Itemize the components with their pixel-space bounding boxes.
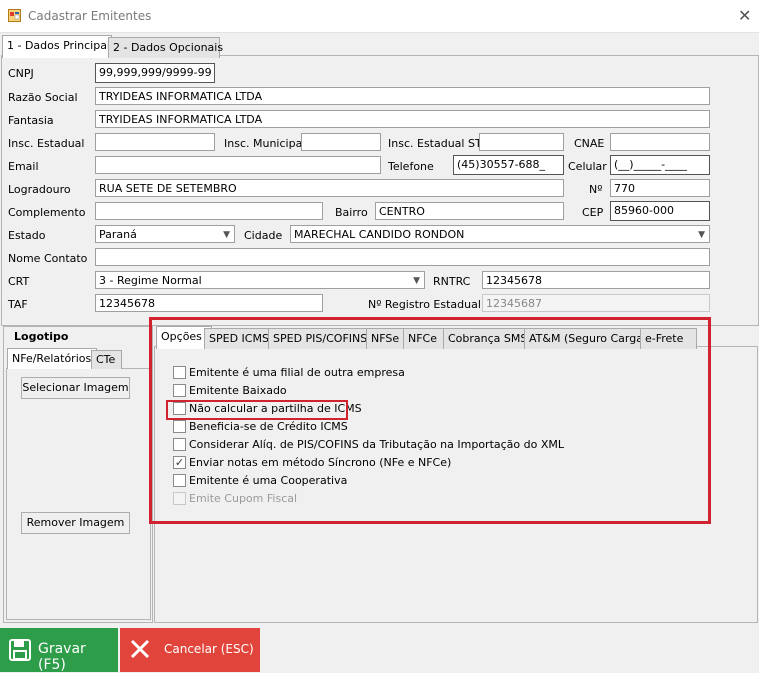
cancel-button-label: Cancelar (ESC) xyxy=(164,642,254,656)
estado-select[interactable]: Paraná ▼ xyxy=(95,225,235,243)
insc-estadual-st-field[interactable] xyxy=(479,133,564,151)
app-icon xyxy=(8,9,21,22)
telefone-field[interactable]: (45)30557-688_ xyxy=(453,155,564,175)
fantasia-field[interactable]: TRYIDEAS INFORMATICA LTDA xyxy=(95,110,710,128)
cidade-label: Cidade xyxy=(244,229,283,242)
select-image-button[interactable]: Selecionar Imagem xyxy=(21,377,130,399)
cep-field[interactable]: 85960-000 xyxy=(610,201,710,221)
email-label: Email xyxy=(8,160,39,173)
crt-select[interactable]: 3 - Regime Normal ▼ xyxy=(95,271,425,289)
highlight-options-area xyxy=(149,317,711,524)
cancel-button[interactable]: Cancelar (ESC) xyxy=(120,628,260,672)
registro-estadual-label: Nº Registro Estadual xyxy=(368,298,481,311)
taf-label: TAF xyxy=(8,298,28,311)
chevron-down-icon: ▼ xyxy=(698,230,705,240)
razao-social-field[interactable]: TRYIDEAS INFORMATICA LTDA xyxy=(95,87,710,105)
tab-nfe-relatorios[interactable]: NFe/Relatórios xyxy=(7,348,97,369)
celular-label: Celular xyxy=(568,160,607,173)
telefone-label: Telefone xyxy=(388,160,434,173)
insc-municipal-label: Insc. Municipal xyxy=(224,137,306,150)
logradouro-label: Logradouro xyxy=(8,183,71,196)
save-button-label: Gravar (F5) xyxy=(38,641,86,673)
insc-estadual-label: Insc. Estadual xyxy=(8,137,85,150)
nome-contato-label: Nome Contato xyxy=(8,252,88,265)
remove-image-button[interactable]: Remover Imagem xyxy=(21,512,130,534)
save-button[interactable]: Gravar (F5) xyxy=(0,628,118,673)
razao-social-label: Razão Social xyxy=(8,91,78,104)
numero-label: Nº xyxy=(589,183,603,196)
cidade-select[interactable]: MARECHAL CANDIDO RONDON ▼ xyxy=(290,225,710,243)
complemento-label: Complemento xyxy=(8,206,86,219)
cnpj-field[interactable]: 99,999,999/9999-99 xyxy=(95,63,215,83)
chevron-down-icon: ▼ xyxy=(223,230,230,240)
registro-estadual-field: 12345687 xyxy=(482,294,710,312)
email-field[interactable] xyxy=(95,156,381,174)
close-window-icon[interactable]: ✕ xyxy=(738,6,751,25)
cnae-label: CNAE xyxy=(574,137,605,150)
numero-field[interactable]: 770 xyxy=(610,179,710,197)
crt-label: CRT xyxy=(8,275,30,288)
celular-field[interactable]: (__)_____-____ xyxy=(610,155,710,175)
window-title: Cadastrar Emitentes xyxy=(28,9,152,23)
tab-dados-opcionais[interactable]: 2 - Dados Opcionais xyxy=(108,37,223,58)
logradouro-field[interactable]: RUA SETE DE SETEMBRO xyxy=(95,179,564,197)
bairro-label: Bairro xyxy=(335,206,368,219)
rntrc-field[interactable]: 12345678 xyxy=(482,271,710,289)
save-icon xyxy=(9,639,31,661)
taf-field[interactable]: 12345678 xyxy=(95,294,323,312)
rntrc-label: RNTRC xyxy=(433,275,471,288)
logo-panel-title: Logotipo xyxy=(14,330,69,343)
cep-label: CEP xyxy=(582,206,604,219)
insc-estadual-st-label: Insc. Estadual ST xyxy=(388,137,482,150)
chevron-down-icon: ▼ xyxy=(413,276,420,286)
tab-cte[interactable]: CTe xyxy=(91,350,122,369)
bairro-field[interactable]: CENTRO xyxy=(375,202,564,220)
close-icon xyxy=(130,639,150,659)
complemento-field[interactable] xyxy=(95,202,323,220)
nome-contato-field[interactable] xyxy=(95,248,710,266)
estado-label: Estado xyxy=(8,229,46,242)
cnae-field[interactable] xyxy=(610,133,710,151)
insc-municipal-field[interactable] xyxy=(301,133,381,151)
cnpj-label: CNPJ xyxy=(8,67,34,80)
logo-tab-body xyxy=(6,368,151,620)
highlight-nao-calcular-partilha xyxy=(166,400,348,420)
fantasia-label: Fantasia xyxy=(8,114,54,127)
insc-estadual-field[interactable] xyxy=(95,133,215,151)
tab-dados-principais[interactable]: 1 - Dados Principais xyxy=(2,35,116,58)
